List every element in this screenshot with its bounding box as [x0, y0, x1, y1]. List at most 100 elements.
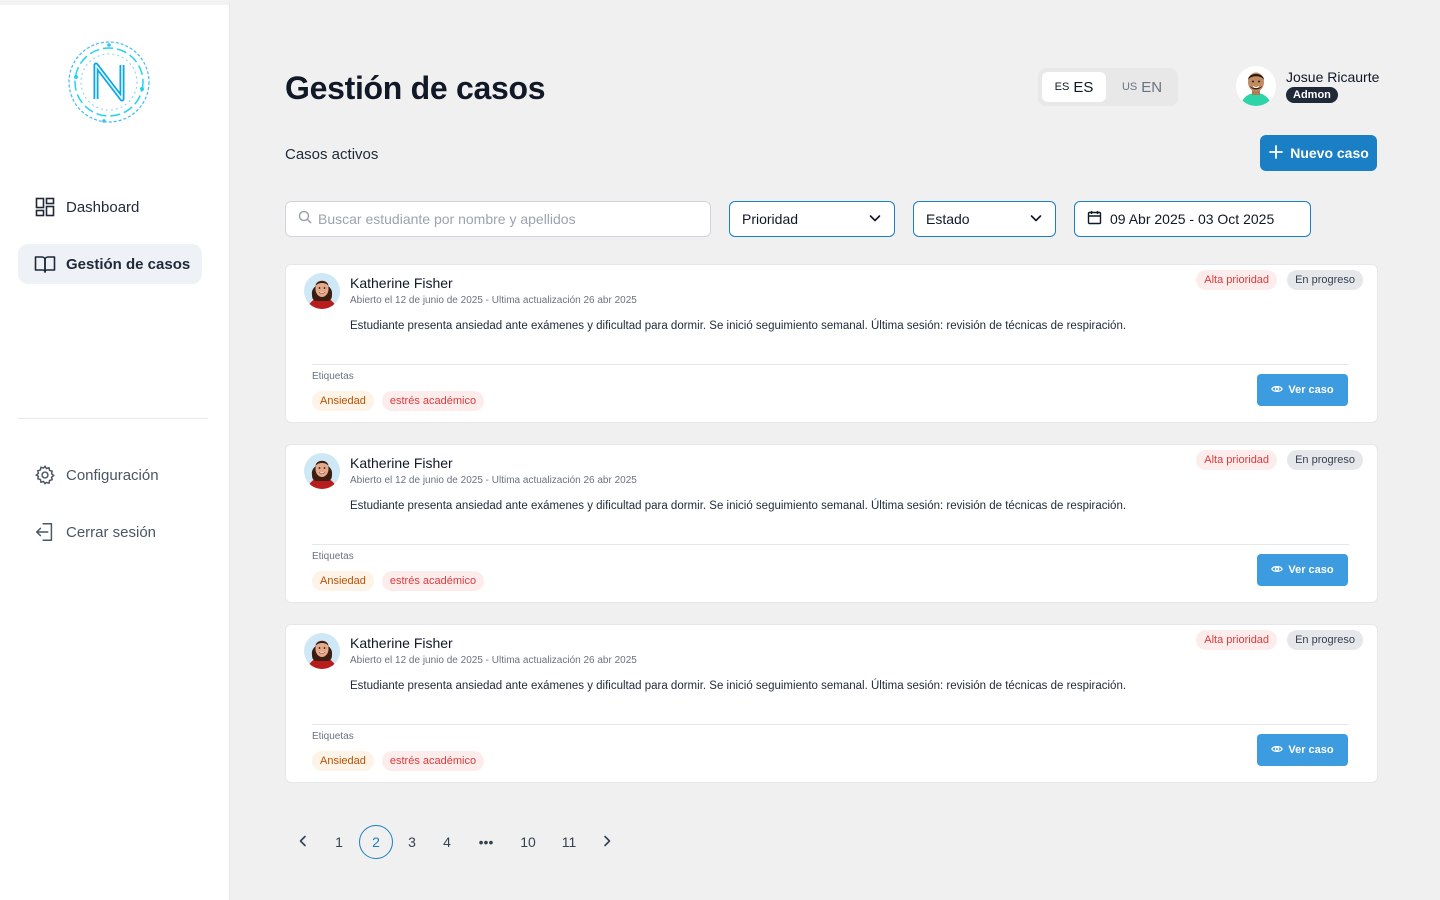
page-button[interactable]: 4 — [429, 824, 465, 860]
tag-chip: estrés académico — [381, 571, 485, 591]
priority-badge: Alta prioridad — [1196, 630, 1278, 650]
priority-badge: Alta prioridad — [1196, 270, 1278, 290]
page-number: ••• — [478, 834, 494, 850]
case-description: Estudiante presenta ansiedad ante exámen… — [350, 320, 1127, 332]
tag-chip: estrés académico — [381, 391, 485, 411]
date-range-picker[interactable]: 09 Abr 2025 - 03 Oct 2025 — [1074, 201, 1311, 237]
sidebar: Dashboard Gestión de casos Configuración… — [0, 0, 230, 900]
sidebar-item-cerrar-sesion[interactable]: Cerrar sesión — [18, 512, 202, 552]
search-box — [285, 201, 711, 237]
page-number: 1 — [335, 834, 343, 850]
priority-badge: Alta prioridad — [1196, 450, 1278, 470]
status-badge: En progreso — [1287, 450, 1363, 470]
tag-chip: estrés académico — [381, 751, 485, 771]
chevron-down-icon — [1029, 211, 1043, 228]
tag-chip: Ansiedad — [312, 391, 374, 411]
view-case-button[interactable]: Ver caso — [1257, 554, 1348, 586]
lang-en-label: EN — [1141, 78, 1163, 96]
page-number: 10 — [520, 834, 536, 850]
us-flag-icon: US — [1121, 81, 1138, 93]
eye-icon — [1271, 743, 1284, 758]
case-meta: Abierto el 12 de junio de 2025 - Ultima … — [350, 295, 637, 306]
sidebar-item-configuracion[interactable]: Configuración — [18, 455, 202, 495]
view-case-button[interactable]: Ver caso — [1257, 374, 1348, 406]
search-input[interactable] — [318, 211, 698, 227]
chevron-left-icon — [296, 834, 310, 851]
student-avatar — [304, 633, 340, 669]
new-case-button[interactable]: Nuevo caso — [1260, 135, 1377, 171]
case-description: Estudiante presenta ansiedad ante exámen… — [350, 500, 1127, 512]
app-logo[interactable] — [64, 37, 154, 127]
priority-select-label: Prioridad — [742, 211, 799, 227]
date-range-value: 09 Abr 2025 - 03 Oct 2025 — [1110, 211, 1275, 227]
student-name: Katherine Fisher — [350, 455, 453, 471]
status-select-label: Estado — [926, 211, 970, 227]
view-case-label: Ver caso — [1288, 384, 1334, 396]
page-button[interactable]: ••• — [465, 824, 507, 860]
card-divider — [312, 724, 1349, 725]
view-case-button[interactable]: Ver caso — [1257, 734, 1348, 766]
case-description: Estudiante presenta ansiedad ante exámen… — [350, 680, 1127, 692]
calendar-icon — [1087, 210, 1102, 228]
view-case-label: Ver caso — [1288, 744, 1334, 756]
status-select[interactable]: Estado — [913, 201, 1056, 237]
lang-en-button[interactable]: US EN — [1110, 72, 1174, 102]
student-avatar — [304, 453, 340, 489]
eye-icon — [1271, 383, 1284, 398]
user-name: Josue Ricaurte — [1286, 69, 1380, 85]
chevron-right-icon — [600, 834, 614, 851]
view-case-label: Ver caso — [1288, 564, 1334, 576]
role-badge: Admon — [1286, 87, 1338, 103]
student-avatar — [304, 273, 340, 309]
logout-icon — [34, 521, 56, 543]
book-icon — [34, 253, 56, 275]
page-number: 2 — [359, 825, 393, 859]
chevron-down-icon — [868, 211, 882, 228]
plus-icon — [1268, 144, 1284, 163]
page-title: Gestión de casos — [285, 70, 546, 106]
sidebar-item-label: Configuración — [66, 466, 159, 484]
sidebar-item-label: Gestión de casos — [66, 255, 191, 273]
sidebar-item-dashboard[interactable]: Dashboard — [18, 187, 202, 227]
priority-select[interactable]: Prioridad — [729, 201, 895, 237]
eye-icon — [1271, 563, 1284, 578]
page-button[interactable]: 2 — [357, 824, 395, 860]
card-divider — [312, 364, 1349, 365]
avatar — [1236, 66, 1276, 106]
sidebar-item-gestion-de-casos[interactable]: Gestión de casos — [18, 244, 202, 284]
section-subtitle: Casos activos — [285, 146, 379, 163]
language-switcher: ES ES US EN — [1038, 68, 1178, 106]
case-card: Katherine Fisher Abierto el 12 de junio … — [285, 264, 1378, 423]
es-flag-icon: ES — [1054, 81, 1070, 93]
sidebar-divider — [18, 418, 208, 419]
page-number: 4 — [443, 834, 451, 850]
page-button[interactable]: 10 — [507, 824, 549, 860]
case-card: Katherine Fisher Abierto el 12 de junio … — [285, 444, 1378, 603]
lang-es-label: ES — [1073, 78, 1094, 96]
status-badge: En progreso — [1287, 270, 1363, 290]
case-meta: Abierto el 12 de junio de 2025 - Ultima … — [350, 655, 637, 666]
tags-label: Etiquetas — [312, 371, 354, 382]
sidebar-item-label: Dashboard — [66, 198, 140, 216]
new-case-label: Nuevo caso — [1290, 145, 1369, 161]
page-button[interactable]: 1 — [321, 824, 357, 860]
search-icon — [298, 210, 312, 229]
page-number: 3 — [408, 834, 416, 850]
tag-chip: Ansiedad — [312, 751, 374, 771]
user-profile[interactable]: Josue Ricaurte Admon — [1236, 66, 1379, 106]
gear-icon — [34, 464, 56, 486]
tag-chip: Ansiedad — [312, 571, 374, 591]
card-divider — [312, 544, 1349, 545]
lang-es-button[interactable]: ES ES — [1042, 72, 1106, 102]
status-badge: En progreso — [1287, 630, 1363, 650]
next-page-button[interactable] — [589, 824, 625, 860]
page-button[interactable]: 11 — [549, 824, 589, 860]
tags-label: Etiquetas — [312, 551, 354, 562]
page-button[interactable]: 3 — [395, 824, 429, 860]
student-name: Katherine Fisher — [350, 275, 453, 291]
tags-label: Etiquetas — [312, 731, 354, 742]
prev-page-button[interactable] — [285, 824, 321, 860]
sidebar-item-label: Cerrar sesión — [66, 523, 157, 541]
case-card: Katherine Fisher Abierto el 12 de junio … — [285, 624, 1378, 783]
page-number: 11 — [561, 834, 577, 850]
